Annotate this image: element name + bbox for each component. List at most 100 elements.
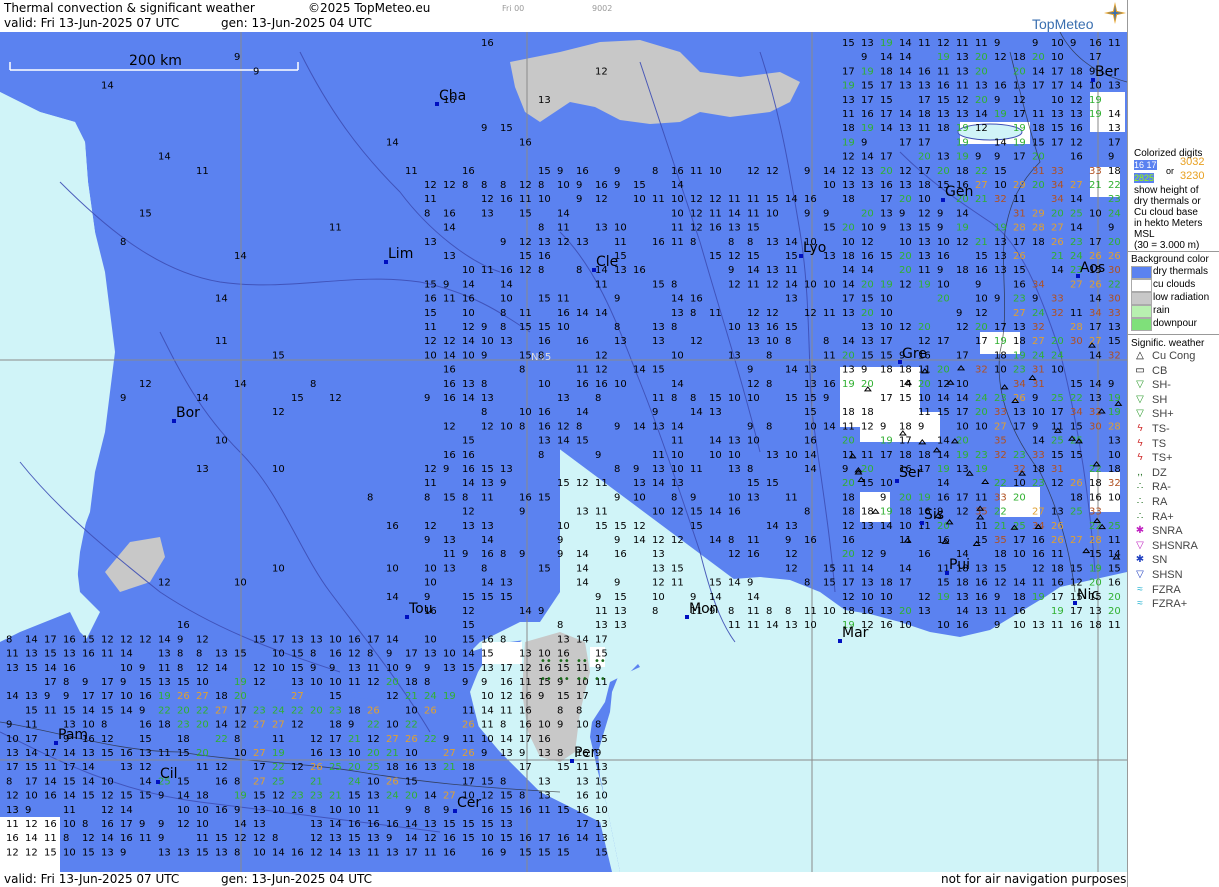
svg-text:12: 12 [785, 549, 798, 560]
svg-text:12: 12 [424, 464, 437, 475]
legend-bg-label: cu clouds [1153, 279, 1196, 290]
svg-text:15: 15 [766, 194, 779, 205]
svg-text:11: 11 [405, 166, 418, 177]
svg-text:12: 12 [462, 322, 475, 333]
svg-text:26: 26 [424, 705, 437, 716]
svg-text:8: 8 [690, 393, 696, 404]
svg-text:9: 9 [994, 620, 1000, 631]
city-label: Mon [689, 601, 719, 617]
svg-text:30: 30 [1108, 265, 1121, 276]
svg-text:13: 13 [348, 847, 361, 858]
svg-text:8: 8 [462, 492, 468, 503]
svg-text:16: 16 [652, 237, 665, 248]
svg-text:14: 14 [1108, 109, 1121, 120]
svg-text:13: 13 [1108, 436, 1121, 447]
svg-text:11: 11 [804, 606, 817, 617]
legend-wx-row: ▽ SH- [1131, 379, 1219, 393]
svg-text:26: 26 [405, 734, 418, 745]
svg-text:16: 16 [120, 748, 133, 759]
svg-text:33: 33 [1108, 308, 1121, 319]
svg-text:13: 13 [538, 776, 551, 787]
svg-text:11: 11 [728, 620, 741, 631]
svg-text:17: 17 [6, 762, 19, 773]
svg-text:13: 13 [196, 464, 209, 475]
svg-text:16: 16 [443, 365, 456, 376]
svg-text:9: 9 [1032, 294, 1038, 305]
svg-text:15: 15 [899, 393, 912, 404]
svg-text:15: 15 [861, 350, 874, 361]
svg-text:22: 22 [975, 166, 988, 177]
svg-text:16: 16 [918, 549, 931, 560]
svg-text:12: 12 [956, 95, 969, 106]
legend-desc-1: dry thermals or [1134, 196, 1201, 207]
svg-text:13: 13 [1013, 407, 1026, 418]
svg-text:19: 19 [956, 137, 969, 148]
svg-text:14: 14 [861, 563, 874, 574]
svg-text:15: 15 [291, 393, 304, 404]
svg-text:10: 10 [557, 180, 570, 191]
svg-text:8: 8 [671, 393, 677, 404]
svg-text:16: 16 [937, 81, 950, 92]
svg-text:18: 18 [842, 507, 855, 518]
svg-text:18: 18 [918, 450, 931, 461]
svg-text:15: 15 [82, 847, 95, 858]
svg-text:9: 9 [937, 265, 943, 276]
svg-text:32: 32 [975, 365, 988, 376]
legend-wx-row: ✱ SNRA [1131, 525, 1219, 539]
svg-text:14: 14 [120, 805, 133, 816]
svg-text:12: 12 [842, 152, 855, 163]
svg-text:••: •• [576, 656, 588, 667]
svg-text:19: 19 [1089, 563, 1102, 574]
svg-text:11: 11 [158, 663, 171, 674]
svg-text:12: 12 [994, 578, 1007, 589]
svg-text:16: 16 [481, 805, 494, 816]
svg-text:14: 14 [747, 265, 760, 276]
city-mar: Mar [838, 625, 869, 643]
svg-text:12: 12 [253, 833, 266, 844]
svg-text:13: 13 [120, 762, 133, 773]
svg-text:14: 14 [728, 208, 741, 219]
svg-text:8: 8 [310, 379, 316, 390]
rain-light-icon: ∴ [1136, 481, 1144, 493]
legend-wx-label: SH [1152, 393, 1168, 406]
svg-text:17: 17 [1013, 152, 1026, 163]
svg-text:13: 13 [519, 649, 532, 660]
svg-text:10: 10 [196, 677, 209, 688]
legend-wx-row: △ Cu Cong [1131, 350, 1219, 364]
city-label: Nic [1077, 587, 1099, 603]
svg-text:11: 11 [823, 350, 836, 361]
svg-text:27: 27 [443, 748, 456, 759]
svg-text:15: 15 [44, 649, 57, 660]
legend-wx-row: ▽ SH+ [1131, 408, 1219, 422]
svg-text:15: 15 [557, 691, 570, 702]
svg-text:16: 16 [576, 791, 589, 802]
map-area[interactable]: N45 200 km 16 15 13 19 14 11 12 11 11 9 9 10 9 16 11 9 9… [0, 32, 1127, 872]
svg-text:23: 23 [975, 450, 988, 461]
svg-text:17: 17 [975, 336, 988, 347]
svg-text:8: 8 [785, 606, 791, 617]
thunderstorm-heavy-icon: ϟ [1137, 452, 1143, 464]
svg-text:11: 11 [671, 223, 684, 234]
svg-text:9: 9 [614, 294, 620, 305]
svg-text:11: 11 [576, 762, 589, 773]
legend-wx-row: ϟ TS [1131, 438, 1219, 452]
svg-text:23: 23 [177, 720, 190, 731]
svg-text:16: 16 [671, 166, 684, 177]
svg-text:14: 14 [462, 393, 475, 404]
svg-text:13: 13 [367, 833, 380, 844]
svg-text:9: 9 [443, 805, 449, 816]
svg-text:16: 16 [880, 620, 893, 631]
svg-text:31: 31 [1032, 379, 1045, 390]
svg-text:13: 13 [747, 492, 760, 503]
svg-text:12: 12 [861, 549, 874, 560]
svg-text:14: 14 [671, 180, 684, 191]
svg-text:14: 14 [63, 748, 76, 759]
svg-text:16: 16 [177, 620, 190, 631]
svg-text:12: 12 [785, 563, 798, 574]
svg-text:17: 17 [462, 776, 475, 787]
svg-text:8: 8 [690, 308, 696, 319]
svg-text:15: 15 [481, 592, 494, 603]
svg-text:13: 13 [614, 336, 627, 347]
svg-text:24: 24 [386, 791, 399, 802]
svg-text:12: 12 [424, 521, 437, 532]
